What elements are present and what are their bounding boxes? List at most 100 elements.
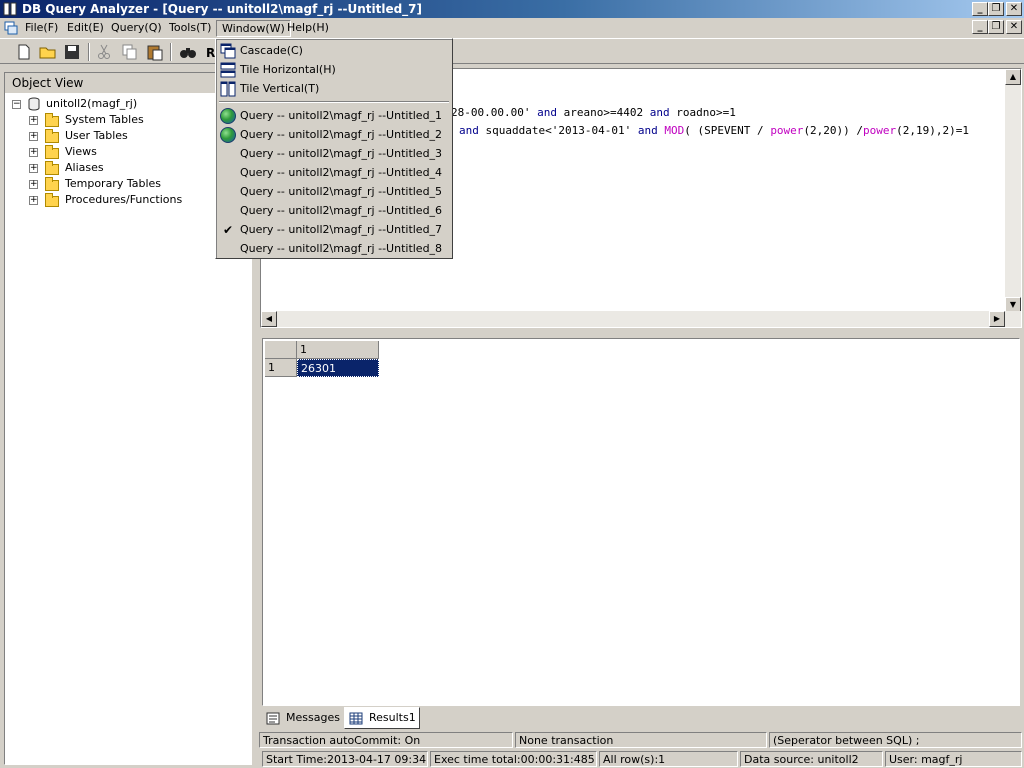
toolbar-separator	[170, 43, 172, 61]
menu-bar: File(F) Edit(E) Query(Q) Tools(T) Window…	[0, 18, 1024, 38]
code-text: roadno>=1	[676, 106, 736, 119]
checkmark-icon: ✔	[222, 223, 234, 237]
expand-icon[interactable]: +	[29, 132, 38, 141]
document-window-icon[interactable]	[4, 21, 18, 35]
tab-messages[interactable]: Messages	[262, 708, 342, 729]
scroll-right-icon[interactable]: ▶	[989, 311, 1005, 327]
scroll-up-icon[interactable]: ▲	[1005, 69, 1021, 85]
menu-item-query-window[interactable]: Query -- unitoll2\magf_rj --Untitled_1	[219, 106, 449, 125]
code-keyword: and	[537, 106, 557, 119]
menu-query[interactable]: Query(Q)	[106, 20, 167, 37]
expand-icon[interactable]: +	[29, 116, 38, 125]
code-function: power	[770, 124, 804, 137]
menu-separator	[219, 101, 449, 103]
tree-item-system-tables[interactable]: System Tables	[65, 112, 144, 128]
expand-icon[interactable]: +	[29, 180, 38, 189]
query-window-label: Query -- unitoll2\magf_rj --Untitled_3	[240, 147, 443, 160]
menu-item-query-window[interactable]: Query -- unitoll2\magf_rj --Untitled_3	[219, 144, 449, 163]
child-minimize-button[interactable]: _	[972, 20, 988, 34]
paste-icon[interactable]	[145, 42, 165, 62]
code-keyword: and	[637, 124, 658, 137]
status-row-count: All row(s):1	[599, 751, 738, 767]
child-restore-button[interactable]: ❐	[988, 20, 1004, 34]
code-text: areano>=4402	[563, 106, 644, 119]
tree-item-aliases[interactable]: Aliases	[65, 160, 104, 176]
menu-item-query-window-active[interactable]: ✔ Query -- unitoll2\magf_rj --Untitled_7	[219, 220, 449, 239]
menu-help[interactable]: Help(H)	[282, 20, 334, 37]
folder-icon	[45, 193, 59, 207]
tree-item-user-tables[interactable]: User Tables	[65, 128, 128, 144]
status-user: User: magf_rj	[885, 751, 1022, 767]
expand-icon[interactable]: +	[29, 148, 38, 157]
status-separator: (Seperator between SQL) ;	[769, 732, 1022, 748]
toolbar-separator	[88, 43, 90, 61]
code-text: squaddate<'2013-04-01'	[485, 124, 632, 137]
menu-file[interactable]: File(F)	[20, 20, 63, 37]
collapse-icon[interactable]: −	[12, 100, 21, 109]
tree-item-views[interactable]: Views	[65, 144, 97, 160]
menu-item-tile-vertical[interactable]: Tile Vertical(T)	[219, 79, 449, 98]
code-function: power	[863, 124, 897, 137]
find-binoculars-icon[interactable]	[178, 42, 198, 62]
tree-root-connection[interactable]: unitoll2(magf_rj)	[46, 96, 137, 112]
close-button[interactable]: ✕	[1006, 2, 1022, 16]
folder-icon	[45, 129, 59, 143]
query-window-label: Query -- unitoll2\magf_rj --Untitled_5	[240, 185, 443, 198]
globe-icon	[220, 108, 236, 124]
menu-item-query-window[interactable]: Query -- unitoll2\magf_rj --Untitled_5	[219, 182, 449, 201]
grid-cell-selected[interactable]: 26301	[297, 359, 379, 377]
tab-results1[interactable]: Results1	[344, 707, 420, 729]
tab-results1-label: Results1	[369, 711, 416, 724]
menu-edit[interactable]: Edit(E)	[62, 20, 109, 37]
editor-vertical-scrollbar[interactable]: ▲ ▼	[1005, 69, 1021, 313]
menu-item-query-window[interactable]: Query -- unitoll2\magf_rj --Untitled_6	[219, 201, 449, 220]
window-title: DB Query Analyzer - [Query -- unitoll2\m…	[22, 2, 423, 16]
status-exec-time: Exec time total:00:00:31:485	[430, 751, 597, 767]
menu-item-query-window[interactable]: Query -- unitoll2\magf_rj --Untitled_4	[219, 163, 449, 182]
new-file-icon[interactable]	[14, 42, 34, 62]
menu-item-query-window[interactable]: Query -- unitoll2\magf_rj --Untitled_2	[219, 125, 449, 144]
query-window-label: Query -- unitoll2\magf_rj --Untitled_2	[240, 128, 443, 141]
editor-horizontal-scrollbar[interactable]: ◀ ▶	[261, 311, 1021, 327]
grid-column-header[interactable]: 1	[297, 341, 379, 359]
code-text: ( (SPEVENT /	[684, 124, 764, 137]
tile-vertical-icon	[220, 81, 236, 97]
window-menu-dropdown: Cascade(C) Tile Horizontal(H) Tile Verti…	[215, 38, 453, 259]
menu-window[interactable]: Window(W)	[216, 20, 291, 37]
status-autocommit: Transaction autoCommit: On	[259, 732, 513, 748]
cut-icon[interactable]	[94, 42, 114, 62]
toolbar: R	[0, 38, 1024, 64]
restore-button[interactable]: ❐	[988, 2, 1004, 16]
expand-icon[interactable]: +	[29, 196, 38, 205]
expand-icon[interactable]: +	[29, 164, 38, 173]
grid-corner[interactable]	[265, 341, 297, 359]
query-window-label: Query -- unitoll2\magf_rj --Untitled_4	[240, 166, 443, 179]
menu-item-tile-horizontal[interactable]: Tile Horizontal(H)	[219, 60, 449, 79]
code-keyword: and	[459, 124, 479, 137]
menu-tools[interactable]: Tools(T)	[164, 20, 216, 37]
scroll-left-icon[interactable]: ◀	[261, 311, 277, 327]
copy-icon[interactable]	[120, 42, 140, 62]
tree-item-temporary-tables[interactable]: Temporary Tables	[65, 176, 161, 192]
menu-item-cascade[interactable]: Cascade(C)	[219, 41, 449, 60]
tile-horizontal-icon	[220, 62, 236, 78]
save-icon[interactable]	[62, 42, 82, 62]
messages-icon	[266, 712, 280, 725]
status-start-time: Start Time:2013-04-17 09:34:44	[262, 751, 428, 767]
minimize-button[interactable]: _	[972, 2, 988, 16]
open-folder-icon[interactable]	[38, 42, 58, 62]
code-text: 28-00.00.00'	[451, 106, 531, 119]
results-grid[interactable]: 1 1 26301	[262, 338, 1020, 706]
folder-icon	[45, 161, 59, 175]
cascade-label: Cascade(C)	[240, 44, 303, 57]
code-text: (2,19),2)=1	[896, 124, 970, 137]
code-text: (2,20)) /	[803, 124, 864, 137]
tree-item-procedures-functions[interactable]: Procedures/Functions	[65, 192, 182, 208]
menu-item-query-window[interactable]: Query -- unitoll2\magf_rj --Untitled_8	[219, 239, 449, 258]
grid-row-header[interactable]: 1	[265, 359, 297, 377]
folder-icon	[45, 177, 59, 191]
cascade-icon	[220, 43, 236, 59]
child-close-button[interactable]: ✕	[1006, 20, 1022, 34]
title-bar: DB Query Analyzer - [Query -- unitoll2\m…	[0, 0, 1024, 18]
code-function: MOD	[664, 124, 685, 137]
